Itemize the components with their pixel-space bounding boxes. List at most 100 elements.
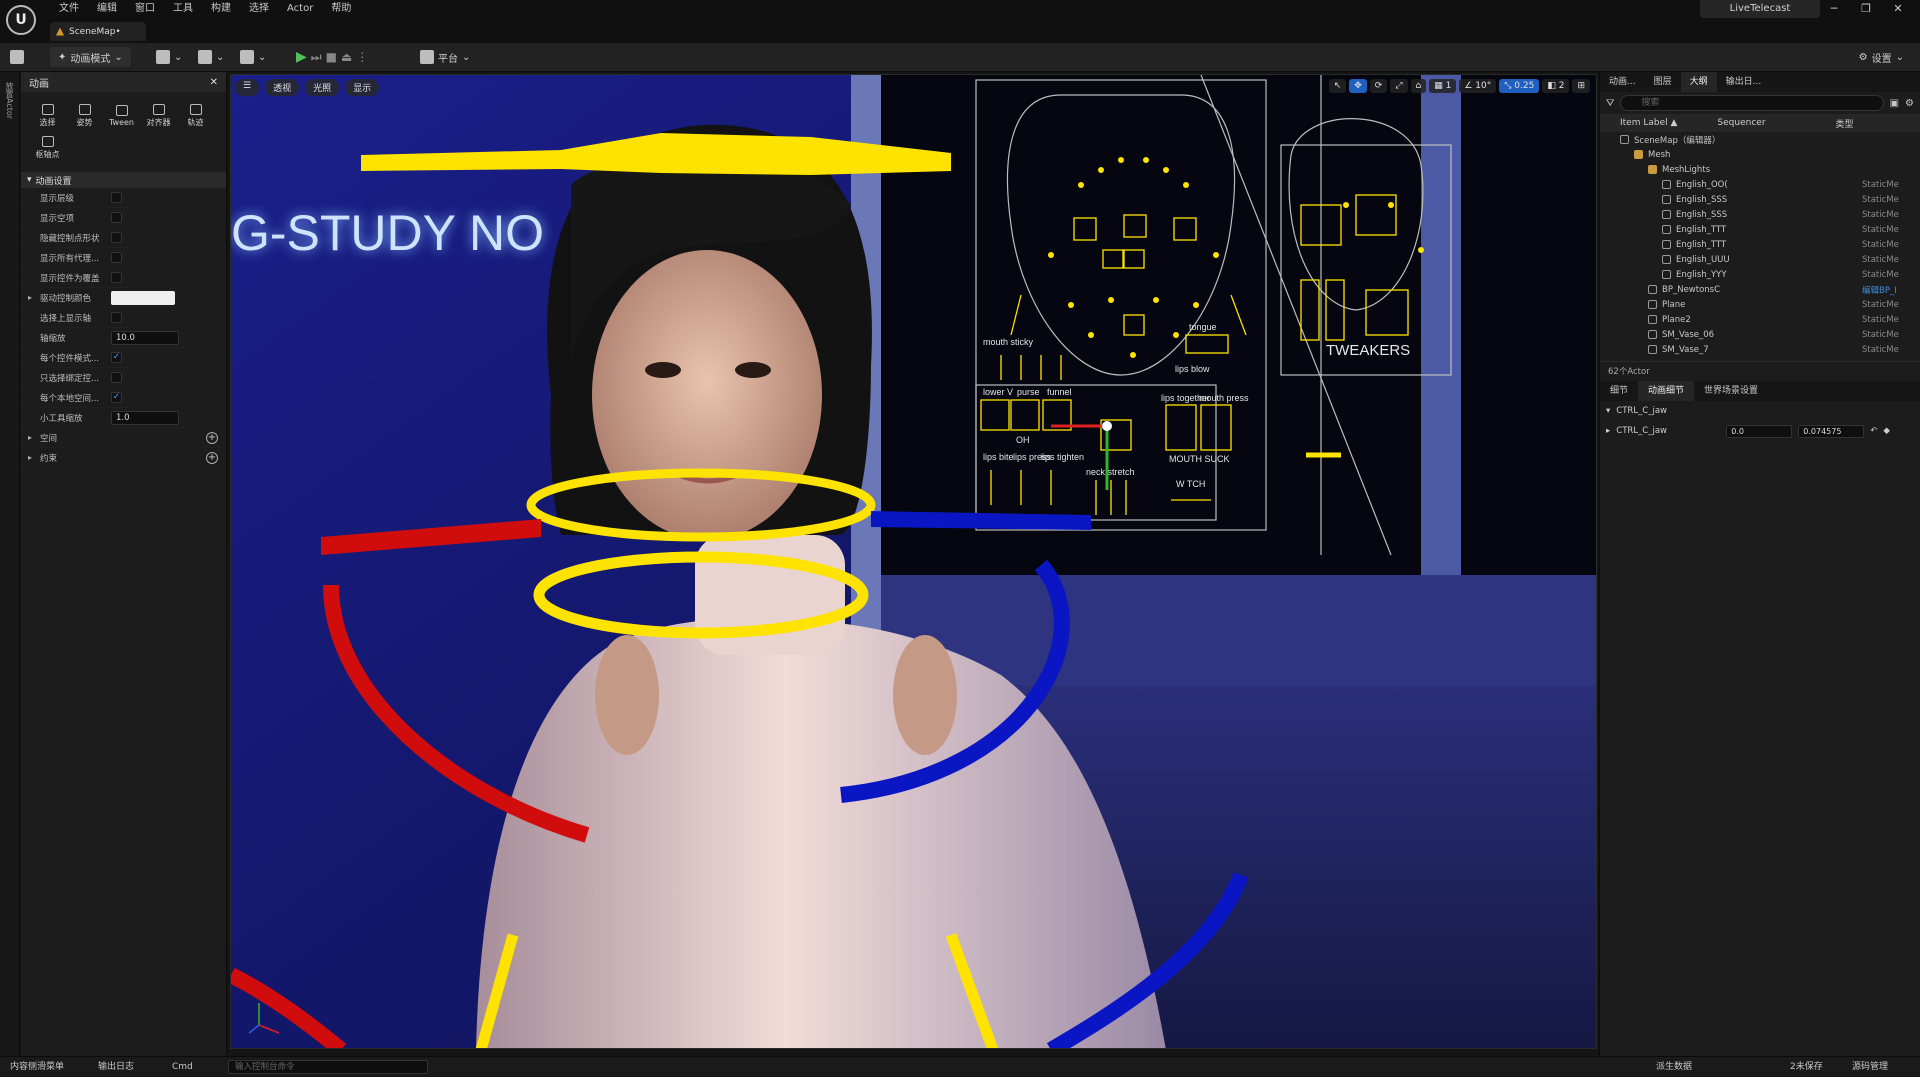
tool-button[interactable]: Tween: [103, 100, 140, 132]
setting-checkbox[interactable]: [111, 212, 122, 223]
tool-button[interactable]: 枢轴点: [29, 132, 66, 164]
menu-item[interactable]: 文件: [50, 2, 88, 16]
gizmo-center[interactable]: [1102, 421, 1112, 431]
close-icon[interactable]: ✕: [1882, 2, 1914, 15]
outliner-row[interactable]: SceneMap（编辑器）: [1600, 132, 1920, 147]
property-y-field[interactable]: 0.074575: [1798, 424, 1865, 438]
menu-item[interactable]: Actor: [278, 2, 322, 16]
type-column[interactable]: 类型: [1766, 117, 1854, 130]
menu-item[interactable]: 编辑: [88, 2, 126, 16]
setting-number-field[interactable]: 1.0: [111, 410, 179, 425]
unsaved-button[interactable]: 2未保存: [1790, 1057, 1823, 1077]
menu-item[interactable]: 选择: [240, 2, 278, 16]
outliner-row[interactable]: English_TTT StaticMe: [1600, 237, 1920, 252]
console-command-input[interactable]: 输入控制台命令: [228, 1060, 428, 1074]
content-drawer-button[interactable]: 内容侧滑菜单: [10, 1057, 64, 1077]
minimize-icon[interactable]: ─: [1818, 2, 1850, 15]
viewport-tool-button[interactable]: ∠ 10°: [1459, 79, 1497, 93]
platform-button[interactable]: 平台 ⌄: [420, 47, 470, 67]
sequencer-column[interactable]: Sequencer: [1677, 118, 1765, 128]
viewport-tool-button[interactable]: ⟳: [1369, 79, 1388, 93]
setting-checkbox[interactable]: [111, 312, 122, 323]
menu-item[interactable]: 窗口: [126, 2, 164, 16]
animation-settings-header[interactable]: ▾ 动画设置: [21, 172, 226, 188]
setting-checkbox[interactable]: [111, 192, 122, 203]
setting-number-field[interactable]: 10.0: [111, 330, 179, 345]
output-log-button[interactable]: 输出日志: [98, 1057, 134, 1077]
details-section-header[interactable]: ▾ CTRL_C_jaw: [1600, 401, 1920, 421]
blueprint-button[interactable]: ⌄: [198, 47, 224, 67]
viewport-tool-button[interactable]: ⊞: [1572, 79, 1590, 93]
outliner-row[interactable]: MeshLights: [1600, 162, 1920, 177]
add-icon[interactable]: +: [206, 451, 218, 464]
chevron-right-icon[interactable]: ▸: [1606, 426, 1610, 436]
add-icon[interactable]: +: [206, 431, 218, 444]
outliner-row[interactable]: Plane StaticMe: [1600, 297, 1920, 312]
viewport-tool-button[interactable]: ✥: [1349, 79, 1367, 93]
cinematics-button[interactable]: ⌄: [240, 47, 266, 67]
outliner-row[interactable]: English_YYY StaticMe: [1600, 267, 1920, 282]
outliner-row[interactable]: English_UUU StaticMe: [1600, 252, 1920, 267]
outliner-item-type[interactable]: 编辑BP_I: [1862, 284, 1897, 296]
stop-icon[interactable]: ■: [326, 50, 337, 64]
add-content-button[interactable]: ⌄: [156, 47, 182, 67]
outliner-row[interactable]: SM_Vase_06 StaticMe: [1600, 327, 1920, 342]
menu-item[interactable]: 工具: [164, 2, 202, 16]
source-control-button[interactable]: 源码管理: [1852, 1057, 1888, 1077]
viewport-scene[interactable]: G-STUDY NO mouth sticky tongue lips blow…: [231, 75, 1597, 1049]
cmd-selector[interactable]: Cmd: [172, 1057, 193, 1077]
setting-checkbox[interactable]: ✓: [111, 352, 122, 363]
panel-tab[interactable]: 大纲: [1680, 72, 1717, 92]
setting-checkbox[interactable]: [111, 372, 122, 383]
filter-icon[interactable]: ⛛: [1606, 98, 1614, 109]
viewport-button[interactable]: ☰: [235, 79, 260, 96]
outliner-row[interactable]: English_SSS StaticMe: [1600, 192, 1920, 207]
details-tab[interactable]: 世界场景设置: [1694, 381, 1768, 401]
menu-item[interactable]: 构建: [202, 2, 240, 16]
level-viewport[interactable]: ☰ 透视 光照 显示 ↖ ✥ ⟳ ⤢ ⌂ ▦ 1 ∠ 10° ⤡ 0.25 ◧ 2 ⊞: [230, 74, 1597, 1049]
outliner-search-input[interactable]: 搜索: [1620, 95, 1884, 111]
viewport-tool-button[interactable]: ▦ 1: [1429, 79, 1457, 93]
setting-checkbox[interactable]: [111, 232, 122, 243]
chevron-right-icon[interactable]: ▸: [28, 293, 32, 302]
place-actors-strip[interactable]: 放置Actor: [0, 72, 20, 1056]
details-tab[interactable]: 细节: [1600, 381, 1638, 401]
viewport-tool-button[interactable]: ↖: [1328, 79, 1347, 93]
viewport-tool-button[interactable]: ⌂: [1410, 79, 1427, 93]
play-icon[interactable]: ▶: [296, 49, 307, 65]
viewport-tool-button[interactable]: ⤢: [1390, 79, 1408, 93]
document-tab[interactable]: SceneMap•: [50, 22, 146, 41]
property-x-field[interactable]: 0.0: [1726, 424, 1793, 438]
panel-tab[interactable]: 图层: [1645, 72, 1681, 92]
close-icon[interactable]: ✕: [210, 77, 218, 88]
outliner-row[interactable]: English_OO(StaticMe: [1600, 177, 1920, 192]
panel-tab[interactable]: 动画...: [1600, 72, 1645, 92]
color-swatch[interactable]: [111, 290, 175, 305]
outliner-row[interactable]: English_SSS StaticMe: [1600, 207, 1920, 222]
viewport-button[interactable]: 透视: [265, 79, 300, 96]
tool-button[interactable]: 对齐器: [140, 100, 177, 132]
tool-button[interactable]: 轨迹: [177, 100, 214, 132]
more-options-icon[interactable]: ⋮: [356, 50, 368, 64]
key-icon[interactable]: ◆: [1883, 426, 1890, 436]
panel-tab[interactable]: 输出日...: [1717, 72, 1771, 92]
unreal-logo-icon[interactable]: U: [6, 5, 36, 35]
outliner-row[interactable]: English_TTT StaticMe: [1600, 222, 1920, 237]
item-label-column[interactable]: Item Label ▲: [1600, 118, 1677, 128]
eject-icon[interactable]: ⏏: [341, 50, 352, 64]
viewport-button[interactable]: 光照: [305, 79, 340, 96]
animation-panel-tab[interactable]: 动画 ✕: [21, 72, 226, 92]
step-icon[interactable]: ⏭: [311, 50, 322, 65]
settings-button[interactable]: ⚙ 设置 ⌄: [1859, 47, 1904, 67]
outliner-row[interactable]: BP_NewtonsC 编辑BP_I: [1600, 282, 1920, 297]
outliner-row[interactable]: Plane2 StaticMe: [1600, 312, 1920, 327]
viewport-tool-button[interactable]: ⤡ 0.25: [1499, 79, 1540, 93]
derived-data-button[interactable]: 派生数据: [1656, 1057, 1692, 1077]
reset-icon[interactable]: ↶: [1870, 426, 1877, 436]
tool-button[interactable]: 姿势: [66, 100, 103, 132]
outliner-row[interactable]: SM_Vase_7 StaticMe: [1600, 342, 1920, 357]
collapsed-section[interactable]: ▸ 约束 +: [21, 448, 226, 468]
menu-item[interactable]: 帮助: [322, 2, 360, 16]
setting-checkbox[interactable]: [111, 272, 122, 283]
setting-checkbox[interactable]: [111, 252, 122, 263]
